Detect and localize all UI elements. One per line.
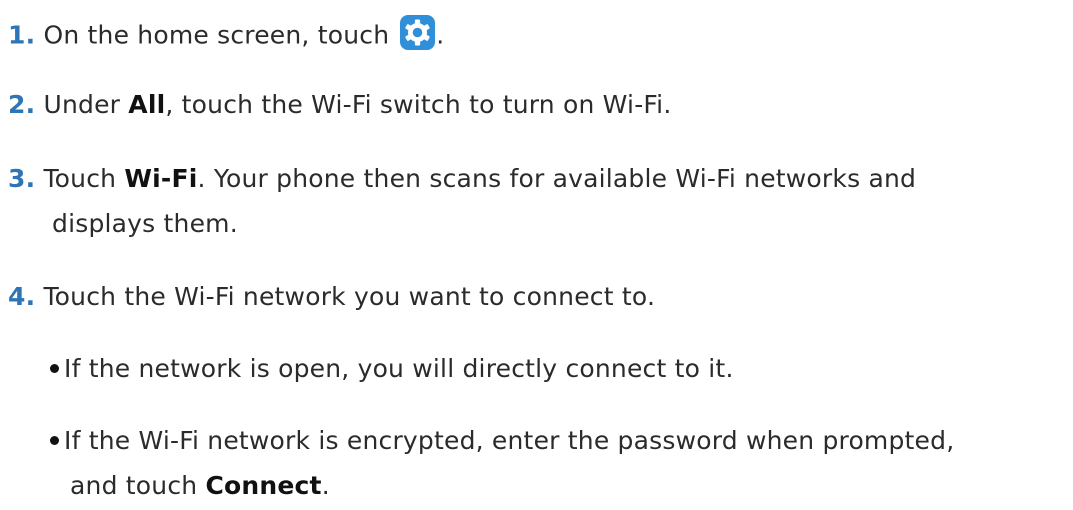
bullet-text-end: .	[321, 471, 330, 500]
step-3: 3. Touch Wi-Fi. Your phone then scans fo…	[8, 164, 916, 194]
step-text: Touch the Wi-Fi network you want to conn…	[43, 282, 656, 311]
bullet-text: If the Wi-Fi network is encrypted, enter…	[64, 426, 955, 455]
step-1: 1. On the home screen, touch .	[8, 15, 445, 55]
step-text: On the home screen, touch	[43, 20, 390, 50]
step-text-end: . Your phone then scans for available Wi…	[197, 164, 917, 193]
step-2: 2. Under All, touch the Wi-Fi switch to …	[8, 90, 671, 120]
step-4: 4. Touch the Wi-Fi network you want to c…	[8, 282, 655, 312]
step-number: 1.	[8, 20, 36, 50]
bullet-item-2-continuation: and touch Connect.	[70, 471, 330, 501]
step-bold-term: Wi-Fi	[124, 164, 198, 193]
step-3-continuation: displays them.	[52, 209, 238, 239]
step-text-end: .	[436, 20, 445, 50]
step-bold-term: All	[128, 90, 166, 119]
step-text-continuation: displays them.	[52, 209, 238, 238]
step-number: 4.	[8, 282, 36, 311]
connect-bold-term: Connect	[205, 471, 322, 500]
step-text: Under	[43, 90, 129, 119]
instructions-document: 1. On the home screen, touch . 2. Under …	[0, 0, 1073, 510]
settings-gear-icon	[399, 14, 436, 51]
bullet-text: If the network is open, you will directl…	[64, 354, 734, 383]
step-text-end: , touch the Wi-Fi switch to turn on Wi-F…	[165, 90, 672, 119]
bullet-text-continuation: and touch	[70, 471, 206, 500]
bullet-dot-icon	[50, 363, 59, 373]
step-number: 2.	[8, 90, 36, 119]
bullet-item-1: If the network is open, you will directl…	[50, 354, 734, 384]
step-text: Touch	[43, 164, 125, 193]
bullet-dot-icon	[50, 435, 59, 445]
step-number: 3.	[8, 164, 36, 193]
bullet-item-2: If the Wi-Fi network is encrypted, enter…	[50, 426, 954, 456]
